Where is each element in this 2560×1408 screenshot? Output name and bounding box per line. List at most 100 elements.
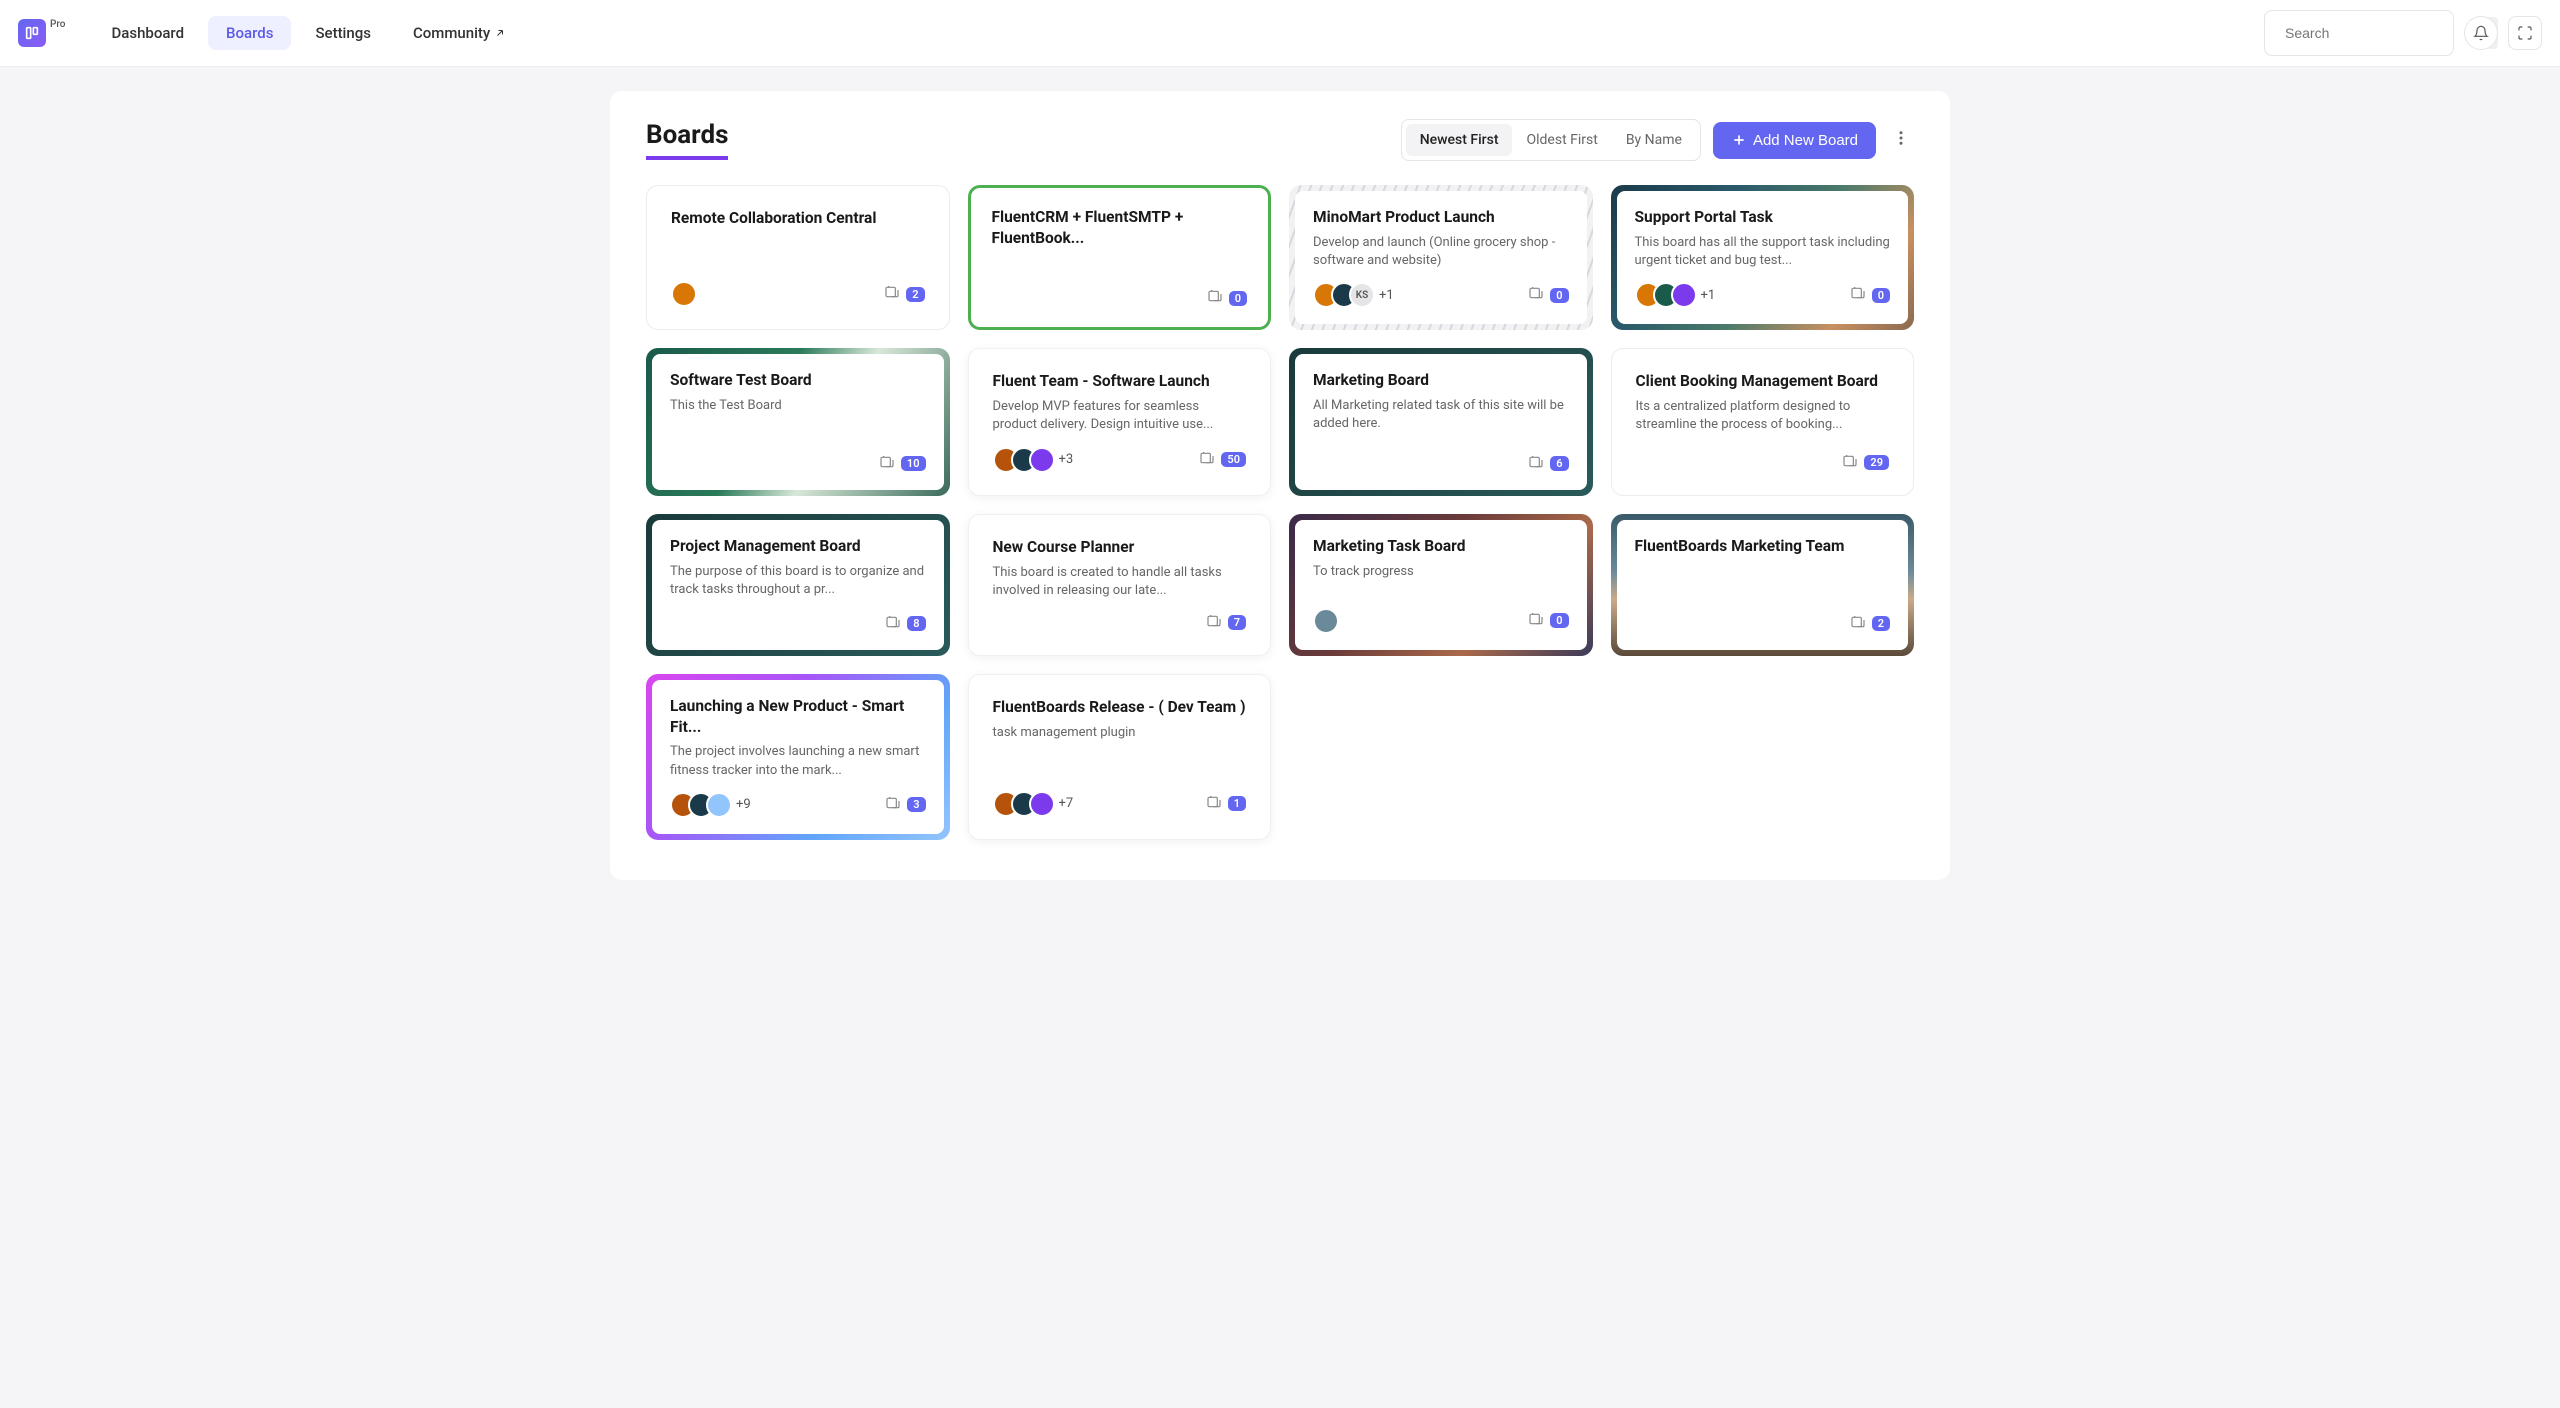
cards-icon (884, 284, 900, 304)
sort-name[interactable]: By Name (1612, 124, 1696, 156)
page-actions: Newest First Oldest First By Name Add Ne… (1401, 119, 1914, 161)
page-title: Boards (646, 120, 728, 160)
sort-newest[interactable]: Newest First (1406, 124, 1513, 156)
sort-group: Newest First Oldest First By Name (1401, 119, 1701, 161)
board-card-count: 3 (885, 795, 925, 815)
board-inner: Marketing BoardAll Marketing related tas… (1295, 354, 1587, 489)
board-card[interactable]: Support Portal Task This board has all th… (1611, 185, 1915, 330)
count-badge: 29 (1864, 455, 1889, 470)
board-inner: Client Booking Management BoardIts a cen… (1618, 355, 1908, 488)
count-badge: 8 (907, 616, 925, 631)
nav-community[interactable]: Community (395, 16, 524, 50)
board-card[interactable]: MinoMart Product LaunchDevelop and launc… (1289, 185, 1593, 330)
board-footer: 29 (1636, 441, 1890, 473)
boards-page: Boards Newest First Oldest First By Name… (610, 91, 1950, 880)
board-card[interactable]: FluentCRM + FluentSMTP + FluentBook...0 (968, 185, 1272, 330)
board-card[interactable]: Remote Collaboration Central2 (646, 185, 950, 330)
board-description: This board has all the support task incl… (1635, 234, 1891, 270)
board-card[interactable]: Software Test Board This the Test Board 10 (646, 348, 950, 495)
cards-icon (1528, 285, 1544, 305)
nav-settings[interactable]: Settings (297, 16, 389, 50)
search-input[interactable] (2285, 25, 2466, 41)
board-card[interactable]: Client Booking Management BoardIts a cen… (1611, 348, 1915, 495)
board-title: FluentBoards Marketing Team (1635, 536, 1891, 557)
nav-dashboard[interactable]: Dashboard (93, 16, 202, 50)
count-badge: 6 (1550, 456, 1568, 471)
board-card[interactable]: FluentBoards Marketing Team 2 (1611, 514, 1915, 656)
external-link-icon (494, 27, 506, 39)
board-card[interactable]: Launching a New Product - Smart Fit...Th… (646, 674, 950, 840)
board-title: Software Test Board (670, 370, 926, 391)
cards-icon (1206, 613, 1222, 633)
count-badge: 0 (1550, 288, 1568, 303)
cards-icon (1842, 453, 1858, 473)
board-card[interactable]: Project Management BoardThe purpose of t… (646, 514, 950, 656)
cards-icon (1528, 611, 1544, 631)
board-card[interactable]: Marketing BoardAll Marketing related tas… (1289, 348, 1593, 495)
board-card-count: 29 (1842, 453, 1889, 473)
board-title: Fluent Team - Software Launch (993, 371, 1247, 392)
board-card-count: 7 (1206, 613, 1246, 633)
cards-icon (1528, 454, 1544, 474)
app-logo-icon (18, 19, 46, 47)
avatar (1671, 282, 1697, 308)
topbar-right: ⌘ k (2264, 10, 2542, 56)
board-title: Marketing Board (1313, 370, 1569, 391)
boards-grid: Remote Collaboration Central2FluentCRM +… (646, 185, 1914, 840)
count-badge: 7 (1228, 615, 1246, 630)
board-title: Marketing Task Board (1313, 536, 1569, 557)
avatar (1313, 608, 1339, 634)
search-box[interactable]: ⌘ k (2264, 10, 2454, 56)
board-card[interactable]: Marketing Task BoardTo track progress0 (1289, 514, 1593, 656)
board-inner: Remote Collaboration Central2 (653, 192, 943, 323)
board-inner: MinoMart Product LaunchDevelop and launc… (1295, 191, 1587, 324)
more-menu-button[interactable] (1888, 125, 1914, 155)
add-board-button[interactable]: Add New Board (1713, 122, 1876, 159)
notifications-button[interactable] (2464, 16, 2498, 50)
pro-badge: Pro (50, 19, 65, 30)
board-card-count: 2 (1850, 614, 1890, 634)
board-description: This the Test Board (670, 397, 926, 415)
cards-icon (1850, 285, 1866, 305)
board-footer: 0 (1313, 596, 1569, 634)
board-card-count: 1 (1206, 794, 1246, 814)
board-title: Project Management Board (670, 536, 926, 557)
board-avatars (671, 281, 697, 307)
board-avatars: +7 (993, 791, 1074, 817)
avatar (1029, 447, 1055, 473)
nav-community-label: Community (413, 24, 490, 42)
board-inner: Launching a New Product - Smart Fit...Th… (652, 680, 944, 834)
board-card[interactable]: New Course PlannerThis board is created … (968, 514, 1272, 656)
board-title: Support Portal Task (1635, 207, 1891, 228)
fullscreen-button[interactable] (2508, 16, 2542, 50)
board-title: MinoMart Product Launch (1313, 207, 1569, 228)
avatar-overflow: +1 (1379, 288, 1394, 303)
brand[interactable]: Pro (18, 19, 65, 47)
board-card-count: 50 (1199, 450, 1246, 470)
board-inner: New Course PlannerThis board is created … (975, 521, 1265, 649)
board-title: FluentBoards Release - ( Dev Team ) (993, 697, 1247, 718)
board-footer: 7 (993, 601, 1247, 633)
board-card-count: 0 (1528, 285, 1568, 305)
board-avatars (1313, 608, 1339, 634)
board-title: Launching a New Product - Smart Fit... (670, 696, 926, 738)
add-board-label: Add New Board (1753, 132, 1858, 149)
board-card-count: 6 (1528, 454, 1568, 474)
count-badge: 0 (1550, 613, 1568, 628)
page-header: Boards Newest First Oldest First By Name… (646, 119, 1914, 161)
board-card[interactable]: FluentBoards Release - ( Dev Team )task … (968, 674, 1272, 840)
expand-icon (2517, 25, 2533, 41)
board-footer: +3 50 (993, 435, 1247, 473)
sort-oldest[interactable]: Oldest First (1512, 124, 1611, 156)
cards-icon (885, 614, 901, 634)
nav-boards[interactable]: Boards (208, 16, 291, 50)
avatar (1029, 791, 1055, 817)
count-badge: 1 (1228, 796, 1246, 811)
board-card-count: 2 (884, 284, 924, 304)
count-badge: 10 (901, 456, 926, 471)
board-card[interactable]: Fluent Team - Software LaunchDevelop MVP… (968, 348, 1272, 495)
plus-icon (1731, 132, 1747, 148)
board-avatars: +3 (993, 447, 1074, 473)
board-footer: +93 (670, 780, 926, 818)
count-badge: 2 (906, 287, 924, 302)
